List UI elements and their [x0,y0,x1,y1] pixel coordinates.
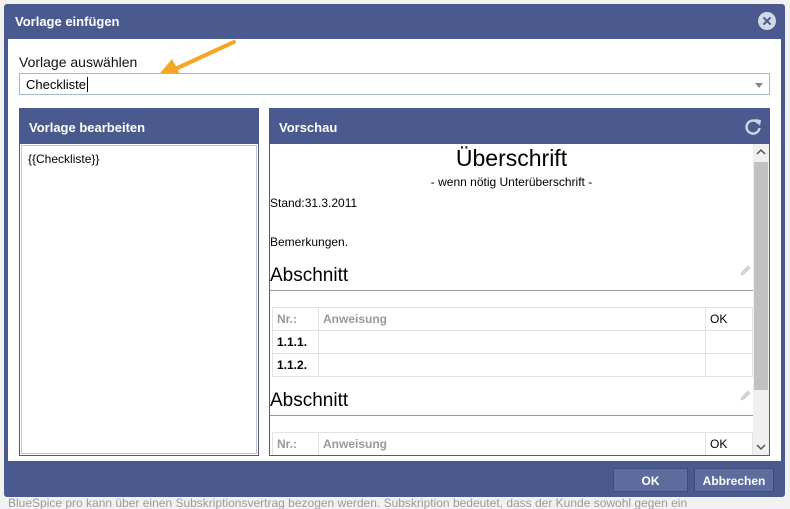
edit-template-panel: Vorlage bearbeiten {{Checkliste}} [19,108,259,456]
preview-section-2: Abschnitt [270,390,753,416]
scrollbar-thumb[interactable] [754,162,768,390]
preview-scrollbar[interactable] [753,144,769,455]
insert-template-dialog: Vorlage einfügen Vorlage auswählen Check… [4,4,785,497]
background-footer-text: BlueSpice pro kann über einen Subskripti… [8,497,688,509]
preview-section-1: Abschnitt [270,265,753,291]
cancel-button[interactable]: Abbrechen [694,468,774,492]
template-select-value[interactable]: Checkliste [26,77,88,92]
template-select[interactable]: Checkliste [19,73,770,95]
table-row-nr: 1.1.2. [272,353,319,377]
preview-panel: Vorschau Überschrift - wenn nötig Unterü… [269,108,770,456]
table-header-ok: OK [705,307,753,331]
choose-template-label: Vorlage auswählen [19,54,138,70]
table-header-instruction: Anweisung [318,432,706,455]
preview-content: Überschrift - wenn nötig Unterüberschrif… [270,144,753,455]
table-header-ok: OK [705,432,753,455]
table-header-row: Nr.: Anweisung OK [272,307,753,331]
table-header-nr: Nr.: [272,307,319,331]
preview-remarks: Bemerkungen. [270,235,349,249]
close-icon[interactable] [758,12,776,30]
template-editor-content[interactable]: {{Checkliste}} [28,152,99,166]
table-row-cell [318,330,706,354]
pencil-icon[interactable] [739,265,751,277]
preview-heading: Überschrift [455,145,568,171]
table-row-cell [318,353,706,377]
dialog-title: Vorlage einfügen [15,14,120,29]
preview-table-1: Nr.: Anweisung OK 1.1.1. 1.1.2. [272,307,753,377]
refresh-icon[interactable] [743,117,763,137]
table-header-row: Nr.: Anweisung OK [272,432,753,455]
table-row: 1.1.1. [272,330,753,354]
table-row-cell [705,353,753,377]
preview-header: Vorschau [270,109,769,144]
scroll-up-icon[interactable] [753,144,769,160]
edit-template-header: Vorlage bearbeiten [20,109,258,144]
table-row-nr: 1.1.1. [272,330,319,354]
table-row: 1.1.2. [272,353,753,377]
chevron-down-icon[interactable] [755,83,763,88]
table-header-nr: Nr.: [272,432,319,455]
table-header-instruction: Anweisung [318,307,706,331]
template-editor[interactable]: {{Checkliste}} [21,145,257,454]
preview-subheading: - wenn nötig Unterüberschrift - [430,175,593,189]
preview-stand: Stand:31.3.2011 [270,196,358,210]
scroll-down-icon[interactable] [753,439,769,455]
dialog-titlebar: Vorlage einfügen [4,4,785,39]
dialog-body: Vorlage auswählen Checkliste Vorlage bea… [8,39,781,461]
ok-button[interactable]: OK [613,468,688,492]
table-row-cell [705,330,753,354]
pencil-icon[interactable] [739,390,751,402]
preview-table-2: Nr.: Anweisung OK [272,432,753,455]
